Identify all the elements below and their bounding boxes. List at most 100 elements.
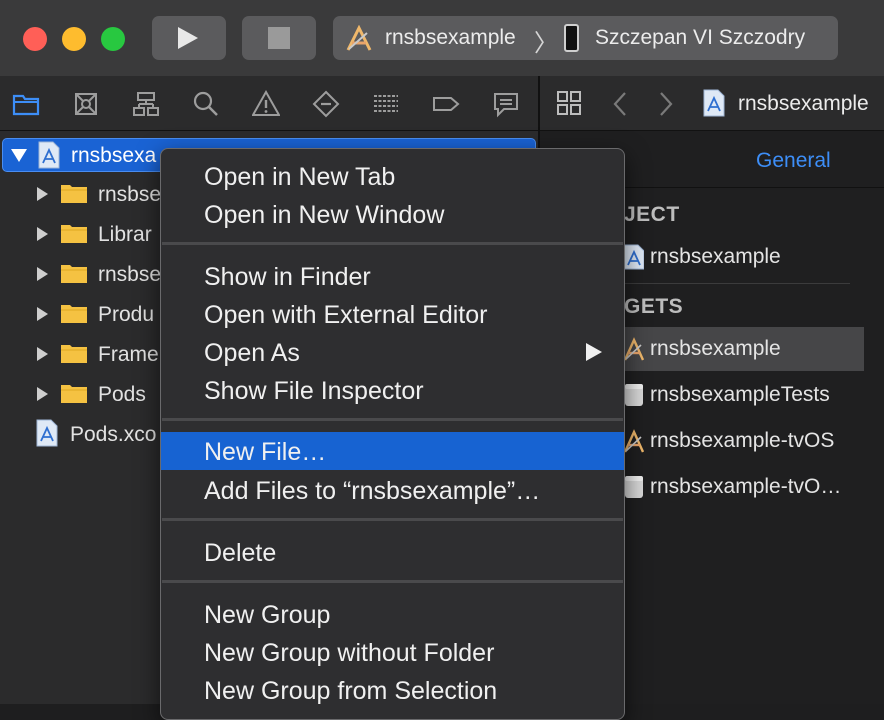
menu-item-label: Open As [204, 339, 300, 367]
folder-icon [61, 385, 87, 403]
disclosure-closed-icon[interactable] [37, 267, 48, 281]
disclosure-closed-icon[interactable] [37, 187, 48, 201]
jump-bar: rnsbsexample [540, 76, 884, 131]
target-label: rnsbsexample-tvOS [650, 429, 835, 452]
breakpoint-navigator-icon[interactable] [432, 90, 460, 118]
tab-general[interactable]: General [756, 149, 831, 173]
scheme-separator: 〉 [534, 30, 558, 57]
issue-navigator-icon[interactable] [252, 90, 280, 118]
close-window-button[interactable] [23, 27, 47, 51]
forward-arrow-icon[interactable] [658, 91, 674, 117]
app-target-icon [624, 429, 644, 453]
context-menu: Open in New Tab Open in New Window Show … [160, 148, 625, 720]
source-control-navigator-icon[interactable] [72, 90, 100, 118]
folder-icon [61, 345, 87, 363]
tree-row-label: Pods [98, 383, 146, 406]
xcodeproj-icon [624, 244, 644, 270]
menu-item-label: Open in New Window [204, 201, 445, 229]
target-row[interactable]: rnsbsexample [624, 327, 864, 371]
menu-item-open-in-new-tab[interactable]: Open in New Tab [161, 157, 624, 195]
menu-item-new-group-from-selection[interactable]: New Group from Selection [161, 671, 624, 709]
folder-icon [61, 225, 87, 243]
xcodeproj-icon [36, 419, 58, 447]
section-divider [624, 283, 850, 284]
menu-item-label: Add Files to “rnsbsexample”… [204, 477, 541, 505]
tree-row-label: Frame [98, 343, 159, 366]
menu-item-new-file[interactable]: New File… [161, 432, 624, 470]
targets-section-header: GETS [624, 295, 684, 318]
menu-item-new-group[interactable]: New Group [161, 595, 624, 633]
menu-item-open-with-external-editor[interactable]: Open with External Editor [161, 295, 624, 333]
iphone-icon [564, 24, 579, 52]
menu-item-label: New Group without Folder [204, 639, 495, 667]
menu-item-label: New Group [204, 601, 331, 629]
menu-item-open-as[interactable]: Open As [161, 333, 624, 371]
menu-item-label: Show in Finder [204, 263, 371, 291]
disclosure-open-icon[interactable] [11, 149, 27, 162]
menu-item-label: Delete [204, 539, 277, 567]
related-items-icon[interactable] [556, 90, 582, 116]
tree-row-label: rnsbse [98, 183, 162, 206]
tree-row-label: Produ [98, 303, 155, 326]
menu-item-label: Open with External Editor [204, 301, 488, 329]
target-row[interactable]: rnsbsexampleTests [624, 373, 864, 417]
xcodeproj-icon [38, 141, 60, 169]
window-toolbar: rnsbsexample 〉 Szczepan VI Szczodry [0, 0, 884, 76]
menu-separator [162, 242, 623, 245]
folder-icon [61, 265, 87, 283]
xcodeproj-icon [703, 89, 725, 117]
minimize-window-button[interactable] [62, 27, 86, 51]
disclosure-closed-icon[interactable] [37, 227, 48, 241]
menu-item-label: New File… [204, 438, 327, 466]
menu-item-open-in-new-window[interactable]: Open in New Window [161, 195, 624, 233]
disclosure-closed-icon[interactable] [37, 347, 48, 361]
project-list-item[interactable]: rnsbsexample [624, 235, 864, 279]
run-destination[interactable]: Szczepan VI Szczodry [595, 26, 805, 50]
menu-item-delete[interactable]: Delete [161, 533, 624, 571]
test-navigator-icon[interactable] [312, 90, 340, 118]
app-target-icon [624, 337, 644, 361]
disclosure-closed-icon[interactable] [37, 307, 48, 321]
menu-item-label: New Group from Selection [204, 677, 498, 705]
jump-bar-title[interactable]: rnsbsexample [738, 92, 869, 116]
back-arrow-icon[interactable] [612, 91, 628, 117]
stop-icon [268, 27, 290, 49]
tree-row-label: rnsbse [98, 263, 162, 286]
app-target-icon [346, 25, 372, 51]
menu-item-show-in-finder[interactable]: Show in Finder [161, 257, 624, 295]
disclosure-closed-icon[interactable] [37, 387, 48, 401]
scheme-name[interactable]: rnsbsexample [385, 26, 516, 50]
project-navigator-icon[interactable] [12, 90, 40, 118]
menu-item-label: Show File Inspector [204, 377, 424, 405]
menu-item-label: Open in New Tab [204, 163, 396, 191]
menu-item-new-group-without-folder[interactable]: New Group without Folder [161, 633, 624, 671]
zoom-window-button[interactable] [101, 27, 125, 51]
target-label: rnsbsexample [650, 337, 781, 360]
stop-button[interactable] [242, 16, 316, 60]
tree-row-label: Librar [98, 223, 152, 246]
menu-separator [162, 580, 623, 583]
menu-item-show-file-inspector[interactable]: Show File Inspector [161, 371, 624, 409]
run-button[interactable] [152, 16, 226, 60]
test-bundle-icon [625, 476, 643, 498]
target-row[interactable]: rnsbsexample-tvOS [624, 419, 864, 463]
report-navigator-icon[interactable] [492, 90, 520, 118]
project-item-label: rnsbsexample [650, 245, 781, 268]
test-bundle-icon [625, 384, 643, 406]
play-icon [178, 27, 198, 49]
folder-icon [61, 185, 87, 203]
target-label: rnsbsexample-tvO… [650, 475, 842, 498]
project-section-header: JECT [624, 203, 680, 226]
navigator-tab-bar [0, 76, 538, 131]
menu-separator [162, 418, 623, 421]
scheme-selector[interactable]: rnsbsexample 〉 Szczepan VI Szczodry [333, 16, 838, 60]
project-root-label: rnsbsexa [71, 144, 157, 167]
folder-icon [61, 305, 87, 323]
debug-navigator-icon[interactable] [372, 90, 400, 118]
find-navigator-icon[interactable] [192, 90, 220, 118]
menu-separator [162, 518, 623, 521]
target-row[interactable]: rnsbsexample-tvO… [624, 465, 864, 509]
menu-item-add-files[interactable]: Add Files to “rnsbsexample”… [161, 471, 624, 509]
symbol-navigator-icon[interactable] [132, 90, 160, 118]
tree-row-label: Pods.xco [70, 423, 157, 446]
